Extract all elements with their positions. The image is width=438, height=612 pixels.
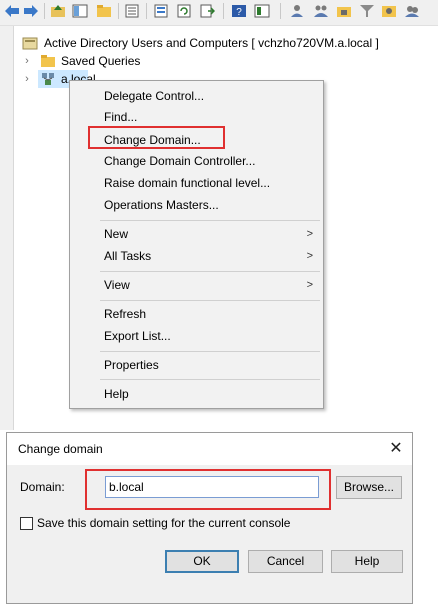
add-to-group-icon[interactable]	[381, 4, 397, 18]
toolbar: ?	[0, 0, 438, 26]
change-domain-highlight	[88, 126, 225, 149]
svg-text:?: ?	[236, 7, 242, 18]
console-gutter	[0, 26, 14, 430]
menu-item-view[interactable]: View	[104, 275, 130, 295]
menu-item-find[interactable]: Find...	[104, 107, 137, 127]
menu-item-delegate-control[interactable]: Delegate Control...	[104, 86, 204, 106]
menu-separator	[100, 220, 320, 221]
dialog-title: Change domain	[18, 442, 103, 456]
menu-separator	[100, 379, 320, 380]
aduc-root-icon	[22, 37, 38, 50]
help-button[interactable]: Help	[331, 550, 403, 573]
new-ou-icon[interactable]	[336, 4, 352, 18]
toolbar-separator	[146, 3, 147, 19]
menu-item-export-list[interactable]: Export List...	[104, 326, 171, 346]
list-view-icon[interactable]	[153, 4, 169, 18]
menu-separator	[100, 351, 320, 352]
toolbar-separator	[118, 3, 119, 19]
folder-icon	[41, 55, 55, 67]
cancel-button[interactable]: Cancel	[248, 550, 323, 573]
menu-item-refresh[interactable]: Refresh	[104, 304, 146, 324]
domain-input-highlight	[85, 469, 331, 510]
menu-item-help[interactable]: Help	[104, 384, 129, 404]
new-group-icon[interactable]	[313, 4, 329, 18]
menu-item-change-domain-controller[interactable]: Change Domain Controller...	[104, 151, 255, 171]
change-domain-dialog: Change domain ✕ Domain: Browse... Save t…	[6, 432, 413, 604]
ok-button[interactable]: OK	[165, 550, 239, 573]
show-tree-icon[interactable]	[72, 4, 88, 18]
close-icon[interactable]: ✕	[386, 439, 406, 459]
folder-icon[interactable]	[96, 4, 112, 18]
dialog-titlebar: Change domain ✕	[7, 433, 412, 465]
export-list-icon[interactable]	[199, 4, 215, 18]
tree-root-label: Active Directory Users and Computers [ v…	[44, 36, 379, 50]
menu-item-operations-masters[interactable]: Operations Masters...	[104, 195, 219, 215]
tree-item-label: Saved Queries	[61, 54, 141, 68]
properties-icon[interactable]	[124, 4, 140, 18]
menu-item-raise-domain-level[interactable]: Raise domain functional level...	[104, 173, 270, 193]
chevron-right-icon[interactable]: ›	[22, 70, 32, 88]
domain-icon	[42, 73, 54, 85]
new-user-icon[interactable]	[289, 4, 305, 18]
forward-arrow-icon[interactable]	[23, 4, 39, 18]
up-level-icon[interactable]	[50, 4, 66, 18]
browse-button[interactable]: Browse...	[336, 476, 402, 499]
submenu-arrow-icon: >	[306, 250, 313, 262]
save-setting-label[interactable]: Save this domain setting for the current…	[37, 516, 290, 530]
submenu-arrow-icon: >	[306, 279, 313, 291]
toolbar-separator	[44, 3, 45, 19]
toolbar-separator	[280, 3, 281, 19]
menu-item-new[interactable]: New	[104, 224, 128, 244]
chevron-right-icon[interactable]: ›	[22, 52, 32, 70]
menu-item-all-tasks[interactable]: All Tasks	[104, 246, 151, 266]
domain-label: Domain:	[20, 480, 65, 494]
find-users-icon[interactable]	[404, 4, 420, 18]
menu-separator	[100, 271, 320, 272]
save-setting-checkbox[interactable]	[20, 517, 33, 530]
filter-icon[interactable]	[359, 4, 375, 18]
menu-separator	[100, 300, 320, 301]
menu-item-properties[interactable]: Properties	[104, 355, 159, 375]
toolbar-separator	[223, 3, 224, 19]
help-topics-icon[interactable]	[254, 4, 270, 18]
refresh-icon[interactable]	[176, 4, 192, 18]
back-arrow-icon[interactable]	[4, 4, 20, 18]
submenu-arrow-icon: >	[306, 228, 313, 240]
help-icon[interactable]: ?	[231, 4, 247, 18]
